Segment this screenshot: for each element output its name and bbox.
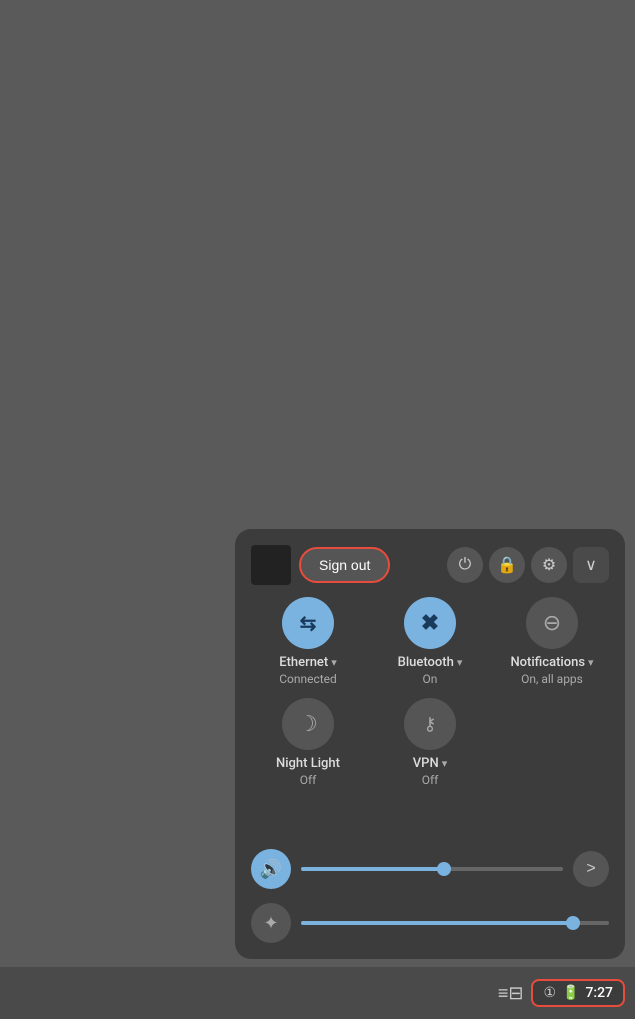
- night-light-icon-circle: ☽: [282, 698, 334, 750]
- notifications-icon: ⊖: [543, 611, 561, 636]
- vpn-toggle[interactable]: ⚷ VPN ▾ Off: [373, 698, 487, 787]
- chevron-button[interactable]: ∨: [573, 547, 609, 583]
- toggles-row-2: ☽ Night Light Off ⚷ VPN ▾ Off: [251, 698, 609, 787]
- avatar: [251, 545, 291, 585]
- volume-row: 🔊 >: [251, 849, 609, 889]
- notifications-sublabel: On, all apps: [521, 672, 583, 686]
- vpn-sublabel: Off: [422, 773, 439, 787]
- night-light-toggle[interactable]: ☽ Night Light Off: [251, 698, 365, 787]
- taskbar: ≡⊟ ① 🔋 7:27: [0, 967, 635, 1019]
- notifications-icon-circle: ⊖: [526, 597, 578, 649]
- key-icon: ⚷: [423, 714, 436, 735]
- vpn-dropdown-arrow: ▾: [442, 757, 448, 770]
- vpn-label: VPN ▾: [413, 756, 447, 771]
- power-icon: ⏻: [459, 556, 472, 574]
- vpn-icon-circle: ⚷: [404, 698, 456, 750]
- lock-icon: 🔒: [497, 555, 517, 575]
- playlist-icon[interactable]: ≡⊟: [498, 983, 524, 1004]
- clock-time: 7:27: [585, 985, 613, 1001]
- gear-icon: ⚙: [542, 555, 556, 575]
- ethernet-icon-circle: ⇆: [282, 597, 334, 649]
- volume-button[interactable]: 🔊: [251, 849, 291, 889]
- expand-icon: >: [586, 860, 595, 878]
- brightness-slider[interactable]: [301, 921, 609, 925]
- ethernet-icon: ⇆: [300, 611, 317, 635]
- quick-settings-panel: Sign out ⏻ 🔒 ⚙ ∨ ⇆ Ethernet ▾: [235, 529, 625, 959]
- bluetooth-sublabel: On: [423, 672, 438, 686]
- volume-icon: 🔊: [260, 859, 282, 880]
- notification-badge-icon: ①: [543, 985, 556, 1001]
- ethernet-dropdown-arrow: ▾: [331, 656, 337, 669]
- chevron-down-icon: ∨: [585, 555, 597, 575]
- volume-expand-button[interactable]: >: [573, 851, 609, 887]
- spacer: [251, 799, 609, 829]
- ethernet-label: Ethernet ▾: [279, 655, 337, 670]
- power-button[interactable]: ⏻: [447, 547, 483, 583]
- night-light-label: Night Light: [276, 756, 340, 771]
- bluetooth-icon: ✖: [421, 611, 439, 636]
- toggles-row-1: ⇆ Ethernet ▾ Connected ✖ Bluetooth ▾ On …: [251, 597, 609, 686]
- volume-slider[interactable]: [301, 867, 563, 871]
- bluetooth-label: Bluetooth ▾: [398, 655, 463, 670]
- battery-icon: 🔋: [562, 985, 579, 1001]
- sliders-section: 🔊 > ✦: [251, 849, 609, 943]
- settings-button[interactable]: ⚙: [531, 547, 567, 583]
- ethernet-toggle[interactable]: ⇆ Ethernet ▾ Connected: [251, 597, 365, 686]
- sign-out-button[interactable]: Sign out: [299, 547, 390, 583]
- lock-button[interactable]: 🔒: [489, 547, 525, 583]
- bluetooth-icon-circle: ✖: [404, 597, 456, 649]
- status-cluster[interactable]: ① 🔋 7:27: [531, 979, 625, 1007]
- notifications-label: Notifications ▾: [510, 655, 593, 670]
- header-row: Sign out ⏻ 🔒 ⚙ ∨: [251, 545, 609, 585]
- bluetooth-toggle[interactable]: ✖ Bluetooth ▾ On: [373, 597, 487, 686]
- brightness-row: ✦: [251, 903, 609, 943]
- ethernet-sublabel: Connected: [279, 672, 337, 686]
- night-light-sublabel: Off: [300, 773, 317, 787]
- bluetooth-dropdown-arrow: ▾: [457, 656, 463, 669]
- notifications-toggle[interactable]: ⊖ Notifications ▾ On, all apps: [495, 597, 609, 686]
- notifications-dropdown-arrow: ▾: [588, 656, 594, 669]
- moon-icon: ☽: [298, 712, 318, 737]
- brightness-icon: ✦: [263, 913, 278, 934]
- brightness-button[interactable]: ✦: [251, 903, 291, 943]
- header-icons: ⏻ 🔒 ⚙ ∨: [447, 547, 609, 583]
